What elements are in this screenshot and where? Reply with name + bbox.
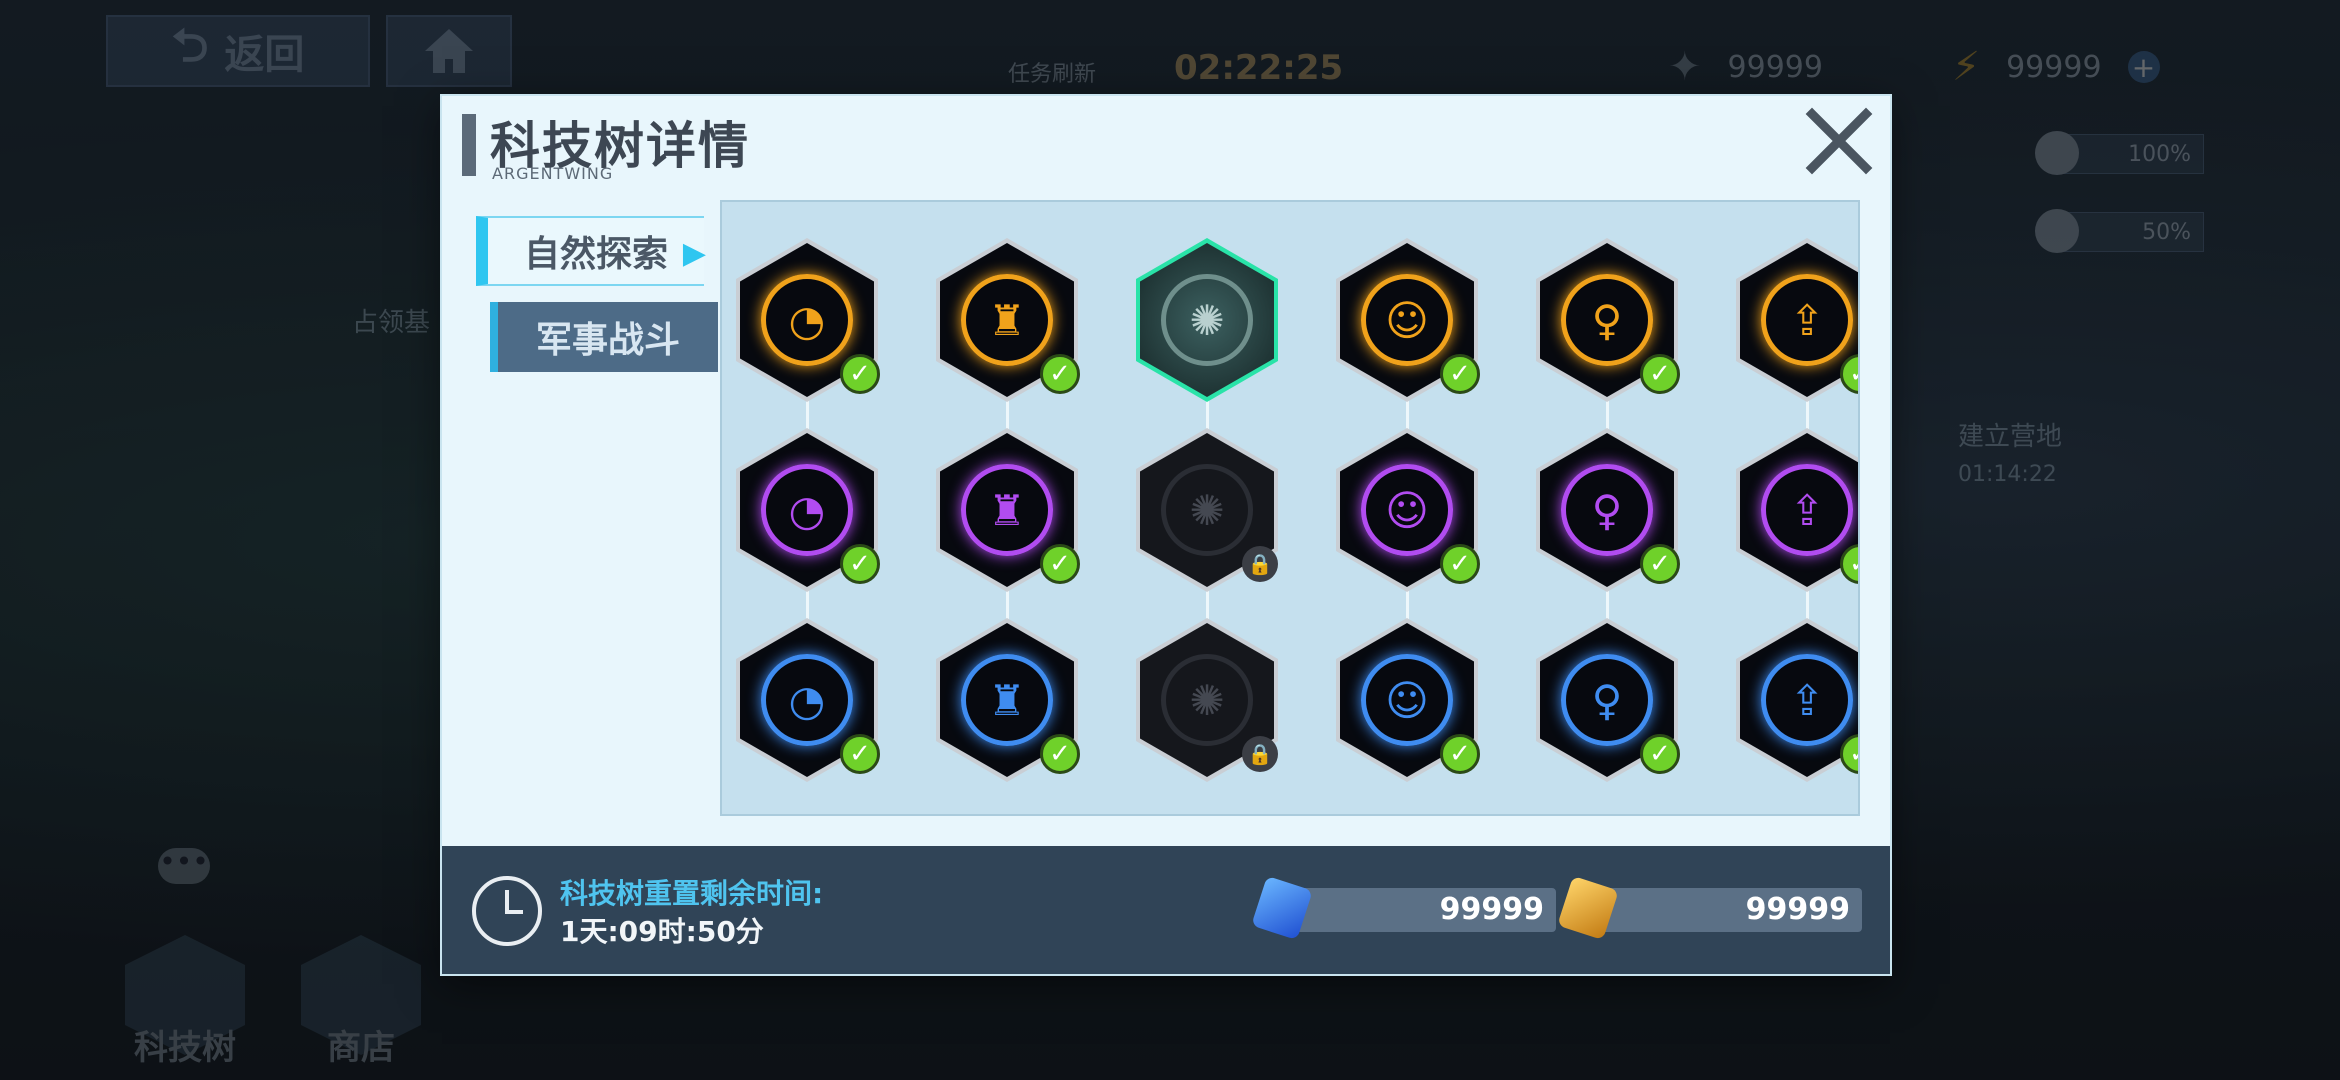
- dialog-footer: 科技树重置剩余时间: 1天:09时:50分 99999 99999: [442, 846, 1890, 974]
- radar-icon: ◔: [761, 654, 853, 746]
- tech-node-pilot-done[interactable]: ☺ ✓: [1336, 428, 1480, 592]
- currency-blue: 99999: [1251, 875, 1556, 941]
- checkmark-icon: ✓: [1040, 354, 1080, 394]
- mech-icon: ♜: [961, 274, 1053, 366]
- upgrade-icon: ⇪: [1761, 464, 1853, 556]
- tech-node-grid: ◔✓♜✓✺☺✓♀✓⇪✓◔✓♜✓✺🔒☺✓♀✓⇪✓◔✓♜✓✺🔒☺✓♀✓⇪✓: [720, 200, 1860, 816]
- currency-gold: 99999: [1557, 875, 1862, 941]
- dialog-subtitle: ARGENTWING: [492, 164, 614, 183]
- tech-node-mech-done[interactable]: ♜ ✓: [936, 238, 1080, 402]
- girl-icon: ♀: [1561, 274, 1653, 366]
- upgrade-icon: ⇪: [1761, 654, 1853, 746]
- tab-nature-explore[interactable]: 自然探索 ▶: [476, 216, 706, 286]
- girl-icon: ♀: [1561, 654, 1653, 746]
- close-button[interactable]: [1802, 104, 1876, 178]
- pilot-icon: ☺: [1361, 464, 1453, 556]
- blue-gem-icon: [1251, 875, 1313, 941]
- tech-node-pilot-done[interactable]: ☺ ✓: [1336, 618, 1480, 782]
- tech-node-girl-done[interactable]: ♀ ✓: [1536, 618, 1680, 782]
- tech-node-pilot-done[interactable]: ☺ ✓: [1336, 238, 1480, 402]
- pilot-icon: ☺: [1361, 654, 1453, 746]
- tech-node-radar-done[interactable]: ◔ ✓: [736, 428, 880, 592]
- checkmark-icon: ✓: [1040, 734, 1080, 774]
- upgrade-icon: ⇪: [1761, 274, 1853, 366]
- tech-node-upgrade-done[interactable]: ⇪✓: [1736, 428, 1858, 592]
- tech-node-galaxy-locked[interactable]: ✺ 🔒: [1136, 618, 1278, 782]
- tech-node-radar-done[interactable]: ◔ ✓: [736, 238, 880, 402]
- tech-node-girl-done[interactable]: ♀ ✓: [1536, 428, 1680, 592]
- checkmark-icon: ✓: [840, 354, 880, 394]
- pilot-icon: ☺: [1361, 274, 1453, 366]
- reset-timer-label: 科技树重置剩余时间:: [560, 877, 824, 910]
- tab-nature-explore-label: 自然探索: [523, 234, 668, 275]
- currency-blue-value: 99999: [1439, 892, 1544, 927]
- radar-icon: ◔: [761, 274, 853, 366]
- gold-gem-icon: [1557, 875, 1619, 941]
- tech-node-girl-done[interactable]: ♀ ✓: [1536, 238, 1680, 402]
- tab-military-combat[interactable]: 军事战斗: [490, 302, 718, 372]
- currency-gold-value: 99999: [1745, 892, 1850, 927]
- checkmark-icon: ✓: [1040, 544, 1080, 584]
- checkmark-icon: ✓: [1640, 354, 1680, 394]
- radar-icon: ◔: [761, 464, 853, 556]
- checkmark-icon: ✓: [1440, 734, 1480, 774]
- checkmark-icon: ✓: [1440, 544, 1480, 584]
- tech-node-upgrade-done[interactable]: ⇪✓: [1736, 238, 1858, 402]
- reset-timer-value: 1天:09时:50分: [560, 915, 764, 948]
- mech-icon: ♜: [961, 654, 1053, 746]
- checkmark-icon: ✓: [1640, 734, 1680, 774]
- lock-icon: 🔒: [1242, 546, 1278, 582]
- galaxy-icon: ✺: [1161, 654, 1253, 746]
- galaxy-icon: ✺: [1161, 464, 1253, 556]
- reset-timer-icon: [472, 876, 542, 946]
- tech-node-radar-done[interactable]: ◔ ✓: [736, 618, 880, 782]
- tech-node-mech-done[interactable]: ♜ ✓: [936, 428, 1080, 592]
- mech-icon: ♜: [961, 464, 1053, 556]
- close-icon: [1805, 107, 1873, 175]
- lock-icon: 🔒: [1242, 736, 1278, 772]
- girl-icon: ♀: [1561, 464, 1653, 556]
- tech-node-mech-done[interactable]: ♜ ✓: [936, 618, 1080, 782]
- title-accent-bar: [462, 114, 476, 176]
- tech-node-upgrade-done[interactable]: ⇪✓: [1736, 618, 1858, 782]
- galaxy-icon: ✺: [1161, 274, 1253, 366]
- tab-military-combat-label: 军事战斗: [535, 320, 680, 361]
- checkmark-icon: ✓: [840, 544, 880, 584]
- checkmark-icon: ✓: [840, 734, 880, 774]
- tab-arrow-icon: ▶: [682, 236, 706, 271]
- checkmark-icon: ✓: [1440, 354, 1480, 394]
- tech-node-galaxy-locked[interactable]: ✺ 🔒: [1136, 428, 1278, 592]
- tech-node-galaxy-selected[interactable]: ✺: [1136, 238, 1278, 402]
- checkmark-icon: ✓: [1640, 544, 1680, 584]
- tech-tree-dialog: 科技树详情 ARGENTWING 自然探索 ▶ 军事战斗 ◔✓♜✓✺☺✓♀✓⇪✓…: [442, 96, 1890, 974]
